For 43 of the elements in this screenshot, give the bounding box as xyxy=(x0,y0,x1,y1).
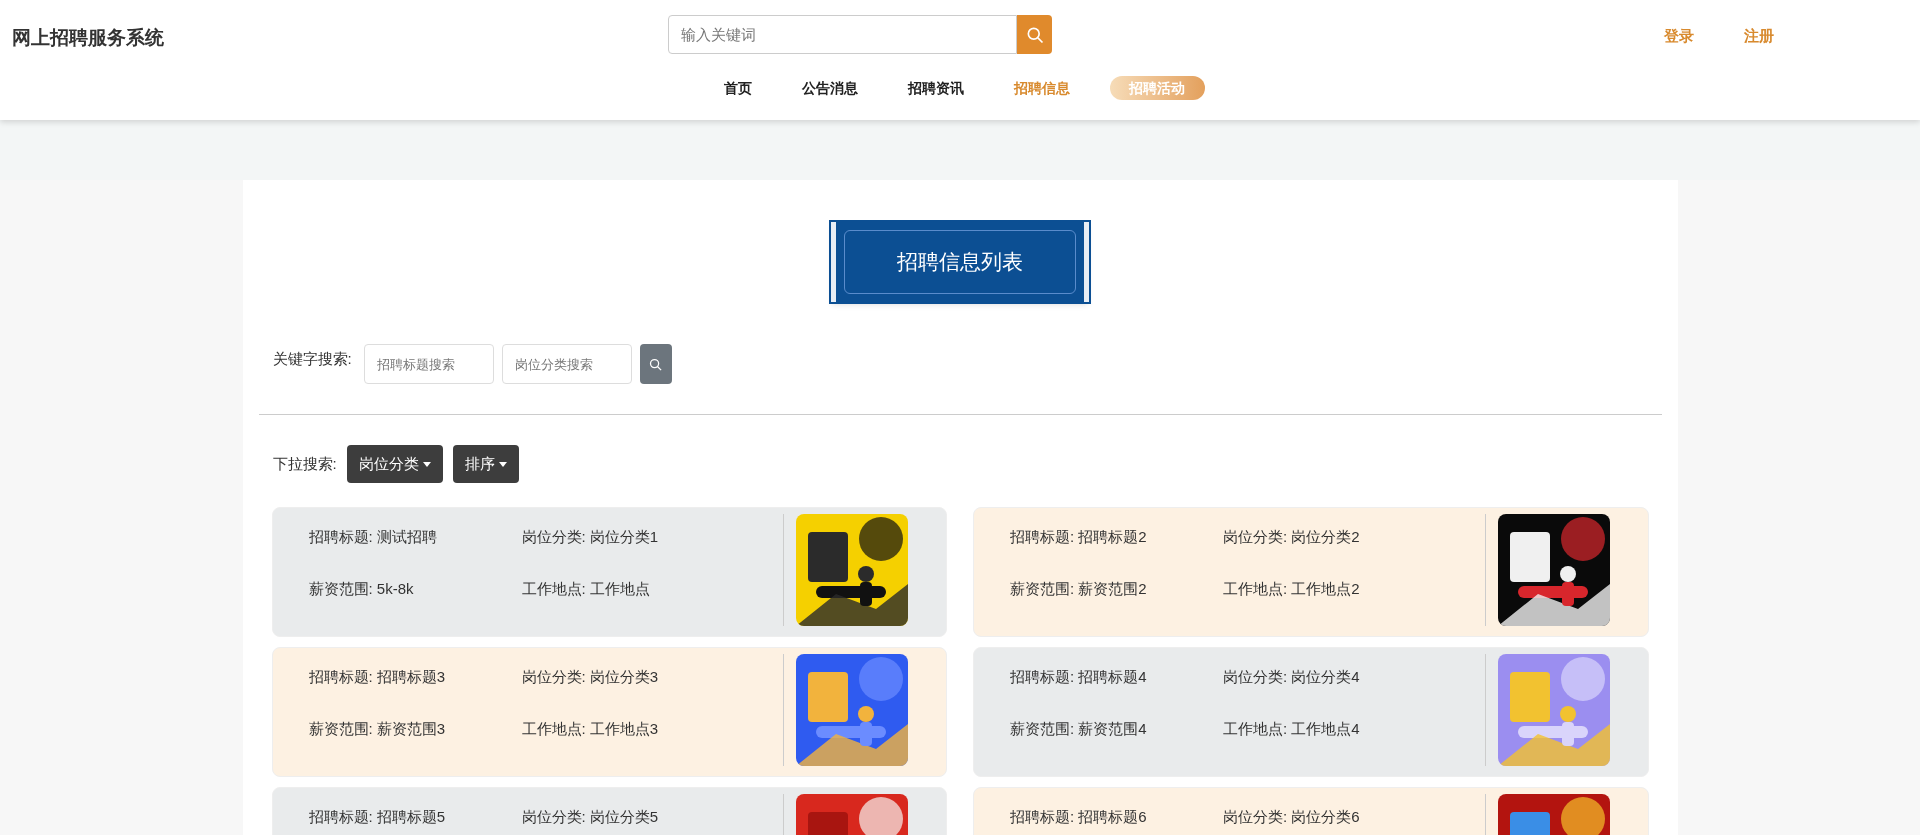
nav-link[interactable]: 首页 xyxy=(713,76,762,100)
nav-link[interactable]: 公告消息 xyxy=(791,76,868,100)
banner-title: 招聘信息列表 xyxy=(897,249,1023,276)
job-field: 薪资范围: 5k-8k xyxy=(308,580,522,598)
keyword-search-button[interactable] xyxy=(639,344,672,384)
job-field: 工作地点: 工作地点2 xyxy=(1223,580,1413,598)
keyword-field[interactable]: 岗位分类搜索 xyxy=(501,344,632,384)
job-card[interactable]: 招聘标题: 招聘标题6 岗位分类: 岗位分类6 xyxy=(973,787,1649,835)
job-field: 岗位分类: 岗位分类3 xyxy=(521,668,712,686)
job-card[interactable]: 招聘标题: 测试招聘 岗位分类: 岗位分类1 薪资范围: 5k-8k 工作地点: 工作地点 xyxy=(271,507,947,637)
search-label: 关键字搜索: xyxy=(272,348,352,369)
dropdown-button[interactable]: 岗位分类 xyxy=(346,445,443,483)
job-field: 岗位分类: 岗位分类4 xyxy=(1223,668,1413,686)
job-field: 岗位分类: 岗位分类1 xyxy=(521,528,712,546)
job-field: 薪资范围: 薪资范围4 xyxy=(1010,720,1223,738)
job-field: 招聘标题: 测试招聘 xyxy=(308,528,522,546)
job-card[interactable]: 招聘标题: 招聘标题5 岗位分类: 岗位分类5 xyxy=(271,787,947,835)
search-icon xyxy=(648,356,664,372)
job-field: 岗位分类: 岗位分类6 xyxy=(1223,808,1413,826)
job-field: 工作地点: 工作地点 xyxy=(521,580,712,598)
job-field: 岗位分类: 岗位分类5 xyxy=(521,808,712,826)
job-field: 招聘标题: 招聘标题2 xyxy=(1010,528,1223,546)
dropdown-label: 下拉搜索: xyxy=(272,453,337,474)
caret-icon xyxy=(498,461,507,467)
job-field: 招聘标题: 招聘标题5 xyxy=(308,808,522,826)
job-field: 岗位分类: 岗位分类2 xyxy=(1223,528,1413,546)
job-field: 招聘标题: 招聘标题3 xyxy=(308,668,522,686)
job-field: 招聘标题: 招聘标题6 xyxy=(1010,808,1223,826)
job-field: 薪资范围: 薪资范围2 xyxy=(1010,580,1223,598)
keyword-field[interactable]: 招聘标题搜索 xyxy=(363,344,494,384)
nav-link[interactable]: 招聘资讯 xyxy=(897,76,974,100)
search-button[interactable] xyxy=(1017,15,1052,54)
job-card[interactable]: 招聘标题: 招聘标题4 岗位分类: 岗位分类4 薪资范围: 薪资范围4 工作地点: 工作地点4 xyxy=(973,647,1649,777)
job-card[interactable]: 招聘标题: 招聘标题3 岗位分类: 岗位分类3 薪资范围: 薪资范围3 工作地点: 工作地点3 xyxy=(271,647,947,777)
job-field: 薪资范围: 薪资范围3 xyxy=(308,720,522,738)
job-card[interactable]: 招聘标题: 招聘标题2 岗位分类: 岗位分类2 薪资范围: 薪资范围2 工作地点: 工作地点2 xyxy=(973,507,1649,637)
job-field: 招聘标题: 招聘标题4 xyxy=(1010,668,1223,686)
caret-icon xyxy=(422,461,431,467)
job-field: 工作地点: 工作地点3 xyxy=(521,720,712,738)
job-field: 工作地点: 工作地点4 xyxy=(1223,720,1413,738)
dropdown-button[interactable]: 排序 xyxy=(452,445,519,483)
search-field[interactable]: 输入关键词 xyxy=(668,15,1017,54)
site-title: 网上招聘服务系统 xyxy=(12,26,165,50)
